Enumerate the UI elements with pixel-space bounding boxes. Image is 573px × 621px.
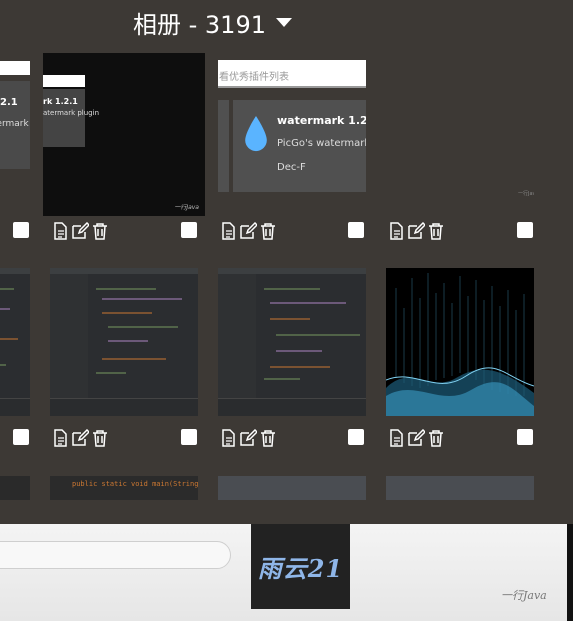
plugin-desc-text: watermark plugi (0, 119, 30, 129)
select-checkbox[interactable] (13, 222, 29, 238)
file-info-icon[interactable] (219, 222, 237, 240)
url-input[interactable] (0, 541, 231, 569)
water-drop-icon (245, 116, 267, 152)
select-checkbox[interactable] (13, 429, 29, 445)
image-controls (387, 427, 535, 449)
plugin-title-text: rk 1.2.1 (43, 97, 78, 106)
edit-icon[interactable] (239, 222, 257, 240)
image-controls (0, 220, 30, 242)
plugin-desc-text: atermark plugin (43, 109, 100, 117)
trash-icon[interactable] (259, 222, 277, 240)
thumbnail-partial[interactable] (0, 476, 30, 500)
select-checkbox[interactable] (181, 222, 197, 238)
thumbnail-plugin-partial[interactable]: 2.1 watermark plugi (0, 57, 30, 171)
thumbnail-partial[interactable] (386, 476, 534, 500)
image-controls (219, 220, 367, 242)
plugin-title-text: watermark 1.2.1 (277, 114, 366, 127)
plugin-search-text: 看优秀插件列表 (219, 72, 289, 83)
file-info-icon[interactable] (51, 222, 69, 240)
album-title: 相册 - 3191 (133, 11, 266, 39)
trash-icon[interactable] (427, 222, 445, 240)
plugin-desc-text: PicGo's watermark plugin (277, 138, 366, 149)
thumbnail-partial[interactable] (218, 476, 366, 500)
select-checkbox[interactable] (348, 429, 364, 445)
image-controls (51, 427, 199, 449)
file-info-icon[interactable] (387, 429, 405, 447)
window-edge (567, 524, 573, 621)
edit-icon[interactable] (407, 222, 425, 240)
edit-icon[interactable] (71, 222, 89, 240)
logo: 雨云21 (251, 524, 350, 609)
plugin-author-text: Dec-F (277, 162, 306, 173)
plugin-title-text: 2.1 (0, 97, 18, 108)
image-controls (387, 220, 535, 242)
chevron-down-icon (276, 18, 292, 27)
thumbnail-code-screenshot[interactable] (218, 268, 366, 416)
footer-watermark: 一行Java (501, 589, 547, 602)
file-info-icon[interactable] (219, 429, 237, 447)
abstract-wave-image (386, 273, 534, 416)
thumbnail-empty[interactable]: 一行Java (386, 56, 534, 204)
select-checkbox[interactable] (517, 222, 533, 238)
plugin-search-bar: 看优秀插件列表 (218, 60, 366, 88)
thumbnail-code-screenshot[interactable] (50, 268, 198, 416)
trash-icon[interactable] (91, 429, 109, 447)
select-checkbox[interactable] (181, 429, 197, 445)
image-controls (219, 427, 367, 449)
thumbnail-dark-image[interactable]: rk 1.2.1 atermark plugin 一行Java (43, 53, 205, 216)
album-title-dropdown[interactable]: 相册 - 3191 (133, 5, 292, 40)
image-controls (51, 220, 199, 242)
thumbnail-abstract-wave[interactable] (386, 268, 534, 416)
thumbnail-watermark-plugin[interactable]: 看优秀插件列表 watermark 1.2.1 PicGo's watermar… (218, 56, 366, 194)
code-snippet-text: public static void main(String[] args) { (72, 480, 198, 488)
image-watermark: 一行Java (174, 204, 199, 211)
edit-icon[interactable] (239, 429, 257, 447)
trash-icon[interactable] (259, 429, 277, 447)
select-checkbox[interactable] (348, 222, 364, 238)
edit-icon[interactable] (71, 429, 89, 447)
thumbnail-code-screenshot[interactable] (0, 268, 30, 416)
select-checkbox[interactable] (517, 429, 533, 445)
thumbnail-code-snippet[interactable]: public static void main(String[] args) { (50, 476, 198, 500)
trash-icon[interactable] (427, 429, 445, 447)
image-controls (0, 427, 30, 449)
logo-text: 雨云21 (257, 554, 344, 583)
image-watermark: 一行Java (518, 191, 534, 197)
file-info-icon[interactable] (387, 222, 405, 240)
edit-icon[interactable] (407, 429, 425, 447)
file-info-icon[interactable] (51, 429, 69, 447)
trash-icon[interactable] (91, 222, 109, 240)
